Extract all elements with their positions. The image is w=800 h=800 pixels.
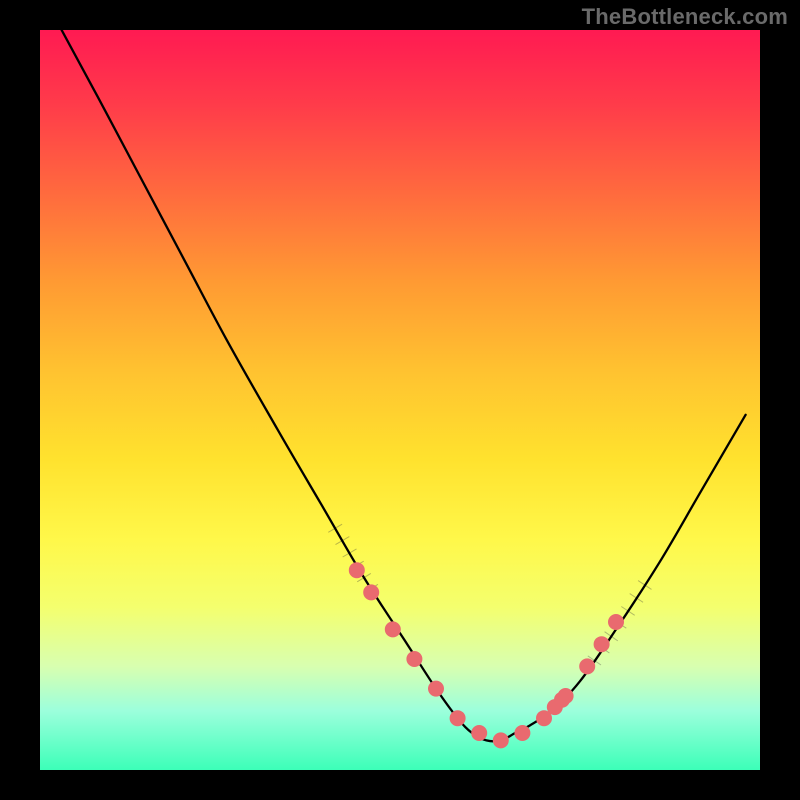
highlight-dot [450,711,465,726]
plot-area [40,30,760,770]
highlight-dot [472,726,487,741]
chart-frame: TheBottleneck.com [0,0,800,800]
highlight-dots [349,563,623,748]
highlight-dot [515,726,530,741]
watermark-text: TheBottleneck.com [582,4,788,30]
highlight-dot [594,637,609,652]
bottleneck-curve [62,30,746,741]
highlight-dot [429,681,444,696]
highlight-dot [407,652,422,667]
highlight-dot [493,733,508,748]
highlight-dot [364,585,379,600]
highlight-dot [580,659,595,674]
highlight-dot [609,615,624,630]
highlight-dot [555,692,570,707]
highlight-dot [537,711,552,726]
highlight-dot [385,622,400,637]
highlight-dot [349,563,364,578]
curve-layer [40,30,760,770]
